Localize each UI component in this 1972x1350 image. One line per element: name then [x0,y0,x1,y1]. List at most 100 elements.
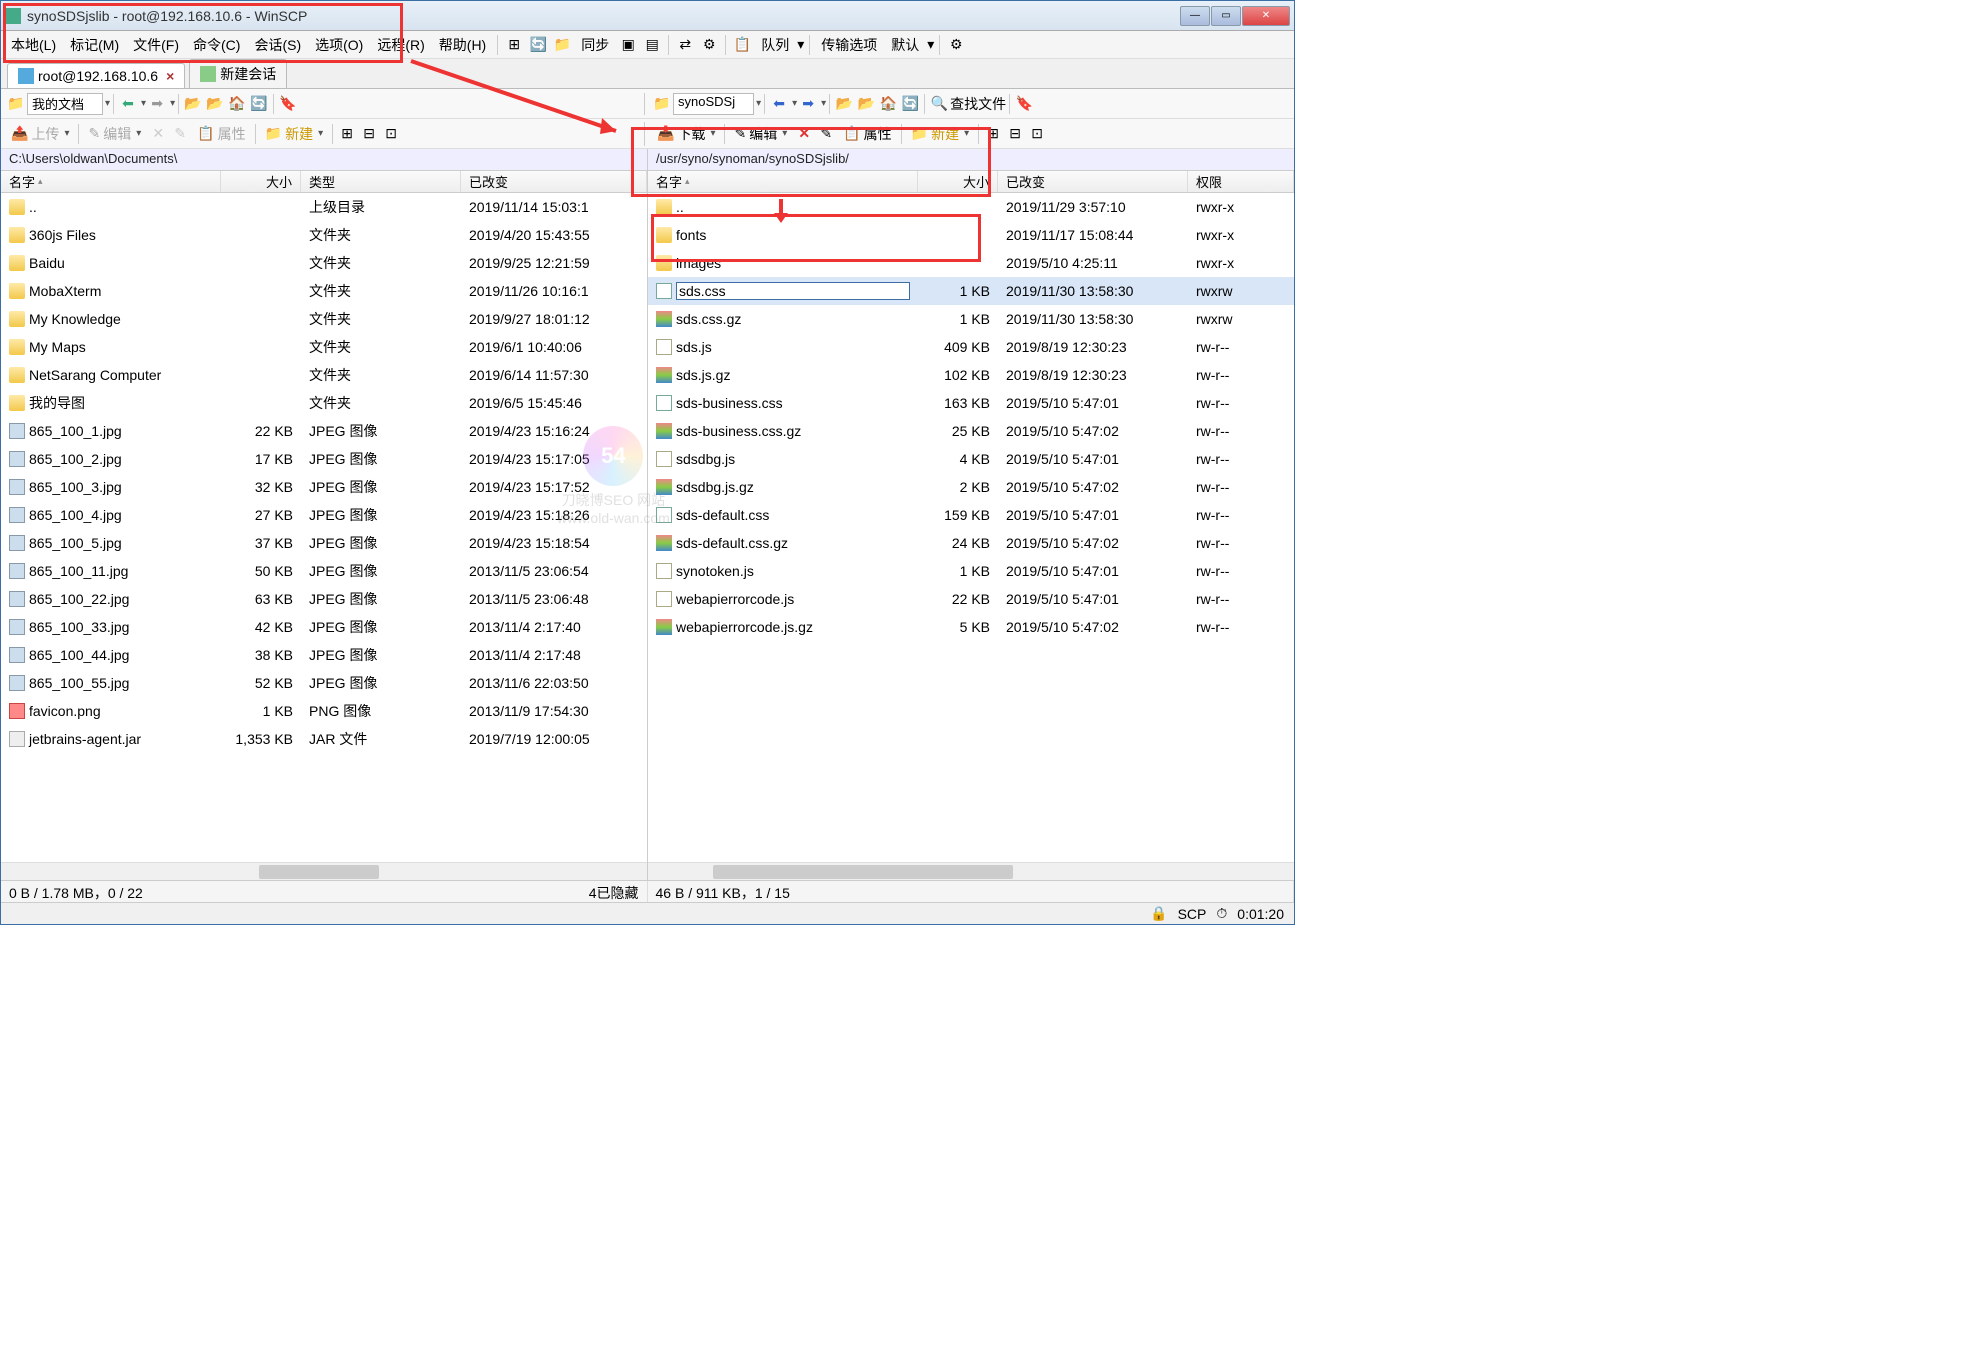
menu-options[interactable]: 选项(O) [309,33,369,57]
col-changed-right[interactable]: 已改变 [998,171,1188,192]
refresh-left-icon[interactable]: 🔄 [250,95,268,113]
table-row[interactable]: sdsdbg.js4 KB2019/5/10 5:47:01rw-r-- [648,445,1294,473]
table-row[interactable]: Baidu文件夹2019/9/25 12:21:59 [1,249,647,277]
transfer-icon[interactable]: ⇄ [676,36,694,54]
session-tab-active[interactable]: root@192.168.10.6 × [7,63,185,88]
table-row[interactable]: favicon.png1 KBPNG 图像2013/11/9 17:54:30 [1,697,647,725]
table-row[interactable]: 865_100_33.jpg42 KBJPEG 图像2013/11/4 2:17… [1,613,647,641]
table-row[interactable]: 865_100_3.jpg32 KBJPEG 图像2019/4/23 15:17… [1,473,647,501]
col-name-right[interactable]: 名字 [648,171,918,192]
menu-remote[interactable]: 远程(R) [371,33,430,57]
table-row[interactable]: webapierrorcode.js.gz5 KB2019/5/10 5:47:… [648,613,1294,641]
home-left-icon[interactable]: 🏠 [228,95,246,113]
table-row[interactable]: 865_100_5.jpg37 KBJPEG 图像2019/4/23 15:18… [1,529,647,557]
minus-left-icon[interactable]: ⊟ [360,125,378,143]
table-row[interactable]: jetbrains-agent.jar1,353 KBJAR 文件2019/7/… [1,725,647,753]
table-row[interactable]: 865_100_11.jpg50 KBJPEG 图像2013/11/5 23:0… [1,557,647,585]
props-right-button[interactable]: 📋 属性 [837,122,897,146]
refresh-right-icon[interactable]: 🔄 [901,95,919,113]
root-left-icon[interactable]: 📂 [206,95,224,113]
queue-icon[interactable]: 📋 [733,36,751,54]
table-row[interactable]: ..2019/11/29 3:57:10rwxr-x [648,193,1294,221]
up-right-icon[interactable]: 📂 [835,95,853,113]
local-hscroll[interactable] [1,862,647,880]
table-row[interactable]: sds-default.css.gz24 KB2019/5/10 5:47:02… [648,529,1294,557]
remote-hscroll[interactable] [648,862,1294,880]
drive-combo-right[interactable]: synoSDSj [673,93,754,115]
menu-command[interactable]: 命令(C) [187,33,246,57]
drive-combo-left[interactable]: 我的文档 [27,93,103,115]
rename-input[interactable] [676,282,910,300]
table-row[interactable]: 865_100_44.jpg38 KBJPEG 图像2013/11/4 2:17… [1,641,647,669]
delete-left-icon[interactable]: ✕ [149,125,167,143]
col-size-left[interactable]: 大小 [221,171,301,192]
close-button[interactable]: ✕ [1242,6,1290,26]
col-name-left[interactable]: 名字 [1,171,221,192]
table-row[interactable]: MobaXterm文件夹2019/11/26 10:16:1 [1,277,647,305]
table-row[interactable]: fonts2019/11/17 15:08:44rwxr-x [648,221,1294,249]
table-row[interactable]: sds.js409 KB2019/8/19 12:30:23rw-r-- [648,333,1294,361]
table-row[interactable]: ..上级目录2019/11/14 15:03:1 [1,193,647,221]
home-right-icon[interactable]: 🏠 [879,95,897,113]
menu-session[interactable]: 会话(S) [248,33,307,57]
minus-right-icon[interactable]: ⊟ [1006,125,1024,143]
table-row[interactable]: 360js Files文件夹2019/4/20 15:43:55 [1,221,647,249]
table-row[interactable]: sds.js.gz102 KB2019/8/19 12:30:23rw-r-- [648,361,1294,389]
new-left-button[interactable]: 📁 新建 ▾ [259,122,329,146]
up-left-icon[interactable]: 📂 [184,95,202,113]
table-row[interactable]: 865_100_22.jpg63 KBJPEG 图像2013/11/5 23:0… [1,585,647,613]
root-right-icon[interactable]: 📂 [857,95,875,113]
plus-left-icon[interactable]: ⊞ [338,125,356,143]
table-row[interactable]: 865_100_2.jpg17 KBJPEG 图像2019/4/23 15:17… [1,445,647,473]
col-type-left[interactable]: 类型 [301,171,461,192]
table-row[interactable]: sds.css.gz1 KB2019/11/30 13:58:30rwxrw [648,305,1294,333]
remote-file-list[interactable]: ..2019/11/29 3:57:10rwxr-xfonts2019/11/1… [648,193,1294,862]
table-row[interactable]: 865_100_55.jpg52 KBJPEG 图像2013/11/6 22:0… [1,669,647,697]
table-row[interactable]: synotoken.js1 KB2019/5/10 5:47:01rw-r-- [648,557,1294,585]
settings-icon[interactable]: ⚙ [947,36,965,54]
upload-button[interactable]: 📤 上传 ▾ [5,122,75,146]
close-tab-icon[interactable]: × [166,68,174,84]
edit-right-button[interactable]: ✎ 编辑 ▾ [728,122,793,146]
table-row[interactable]: webapierrorcode.js22 KB2019/5/10 5:47:01… [648,585,1294,613]
plus-right-icon[interactable]: ⊞ [984,125,1002,143]
col-perm-right[interactable]: 权限 [1188,171,1294,192]
back-right-icon[interactable]: ⬅ [770,95,788,113]
invert-right-icon[interactable]: ⊡ [1028,125,1046,143]
menu-local[interactable]: 本地(L) [5,33,62,57]
compare-icon[interactable]: ⊞ [505,36,523,54]
table-row[interactable]: My Maps文件夹2019/6/1 10:40:06 [1,333,647,361]
back-left-icon[interactable]: ⬅ [119,95,137,113]
remote-path[interactable]: /usr/syno/synoman/synoSDSjslib/ [648,149,1294,171]
sync-browse-icon[interactable]: 🔄 [529,36,547,54]
local-file-list[interactable]: ..上级目录2019/11/14 15:03:1360js Files文件夹20… [1,193,647,862]
edit-left-button[interactable]: ✎ 编辑 ▾ [82,122,147,146]
terminal-icon[interactable]: ▣ [619,36,637,54]
local-path[interactable]: C:\Users\oldwan\Documents\ [1,149,647,171]
fwd-right-icon[interactable]: ➡ [799,95,817,113]
table-row[interactable]: sdsdbg.js.gz2 KB2019/5/10 5:47:02rw-r-- [648,473,1294,501]
transfer-default[interactable]: 默认 [885,33,925,57]
table-row[interactable]: My Knowledge文件夹2019/9/27 18:01:12 [1,305,647,333]
table-row[interactable]: sds-business.css.gz25 KB2019/5/10 5:47:0… [648,417,1294,445]
find-icon[interactable]: 🔍 [930,95,948,113]
table-row[interactable]: sds-business.css163 KB2019/5/10 5:47:01r… [648,389,1294,417]
table-row[interactable]: sds-default.css159 KB2019/5/10 5:47:01rw… [648,501,1294,529]
menu-help[interactable]: 帮助(H) [433,33,492,57]
transfer-settings-icon[interactable]: ⚙ [700,36,718,54]
props-left-button[interactable]: 📋 属性 [191,122,251,146]
table-row[interactable]: 865_100_1.jpg22 KBJPEG 图像2019/4/23 15:16… [1,417,647,445]
rename-left-icon[interactable]: ✎ [171,125,189,143]
table-row[interactable]: images2019/5/10 4:25:11rwxr-x [648,249,1294,277]
table-row[interactable]: 1 KB2019/11/30 13:58:30rwxrw [648,277,1294,305]
bookmark-right-icon[interactable]: 🔖 [1015,95,1033,113]
new-right-button[interactable]: 📁 新建 ▾ [905,122,975,146]
menu-queue[interactable]: 队列 [755,33,795,57]
new-session-tab[interactable]: 新建会话 [189,59,287,88]
table-row[interactable]: 我的导图文件夹2019/6/5 15:45:46 [1,389,647,417]
sync-folder-icon[interactable]: 📁 [553,36,571,54]
menu-mark[interactable]: 标记(M) [64,33,125,57]
invert-left-icon[interactable]: ⊡ [382,125,400,143]
col-size-right[interactable]: 大小 [918,171,998,192]
menu-file[interactable]: 文件(F) [127,33,185,57]
